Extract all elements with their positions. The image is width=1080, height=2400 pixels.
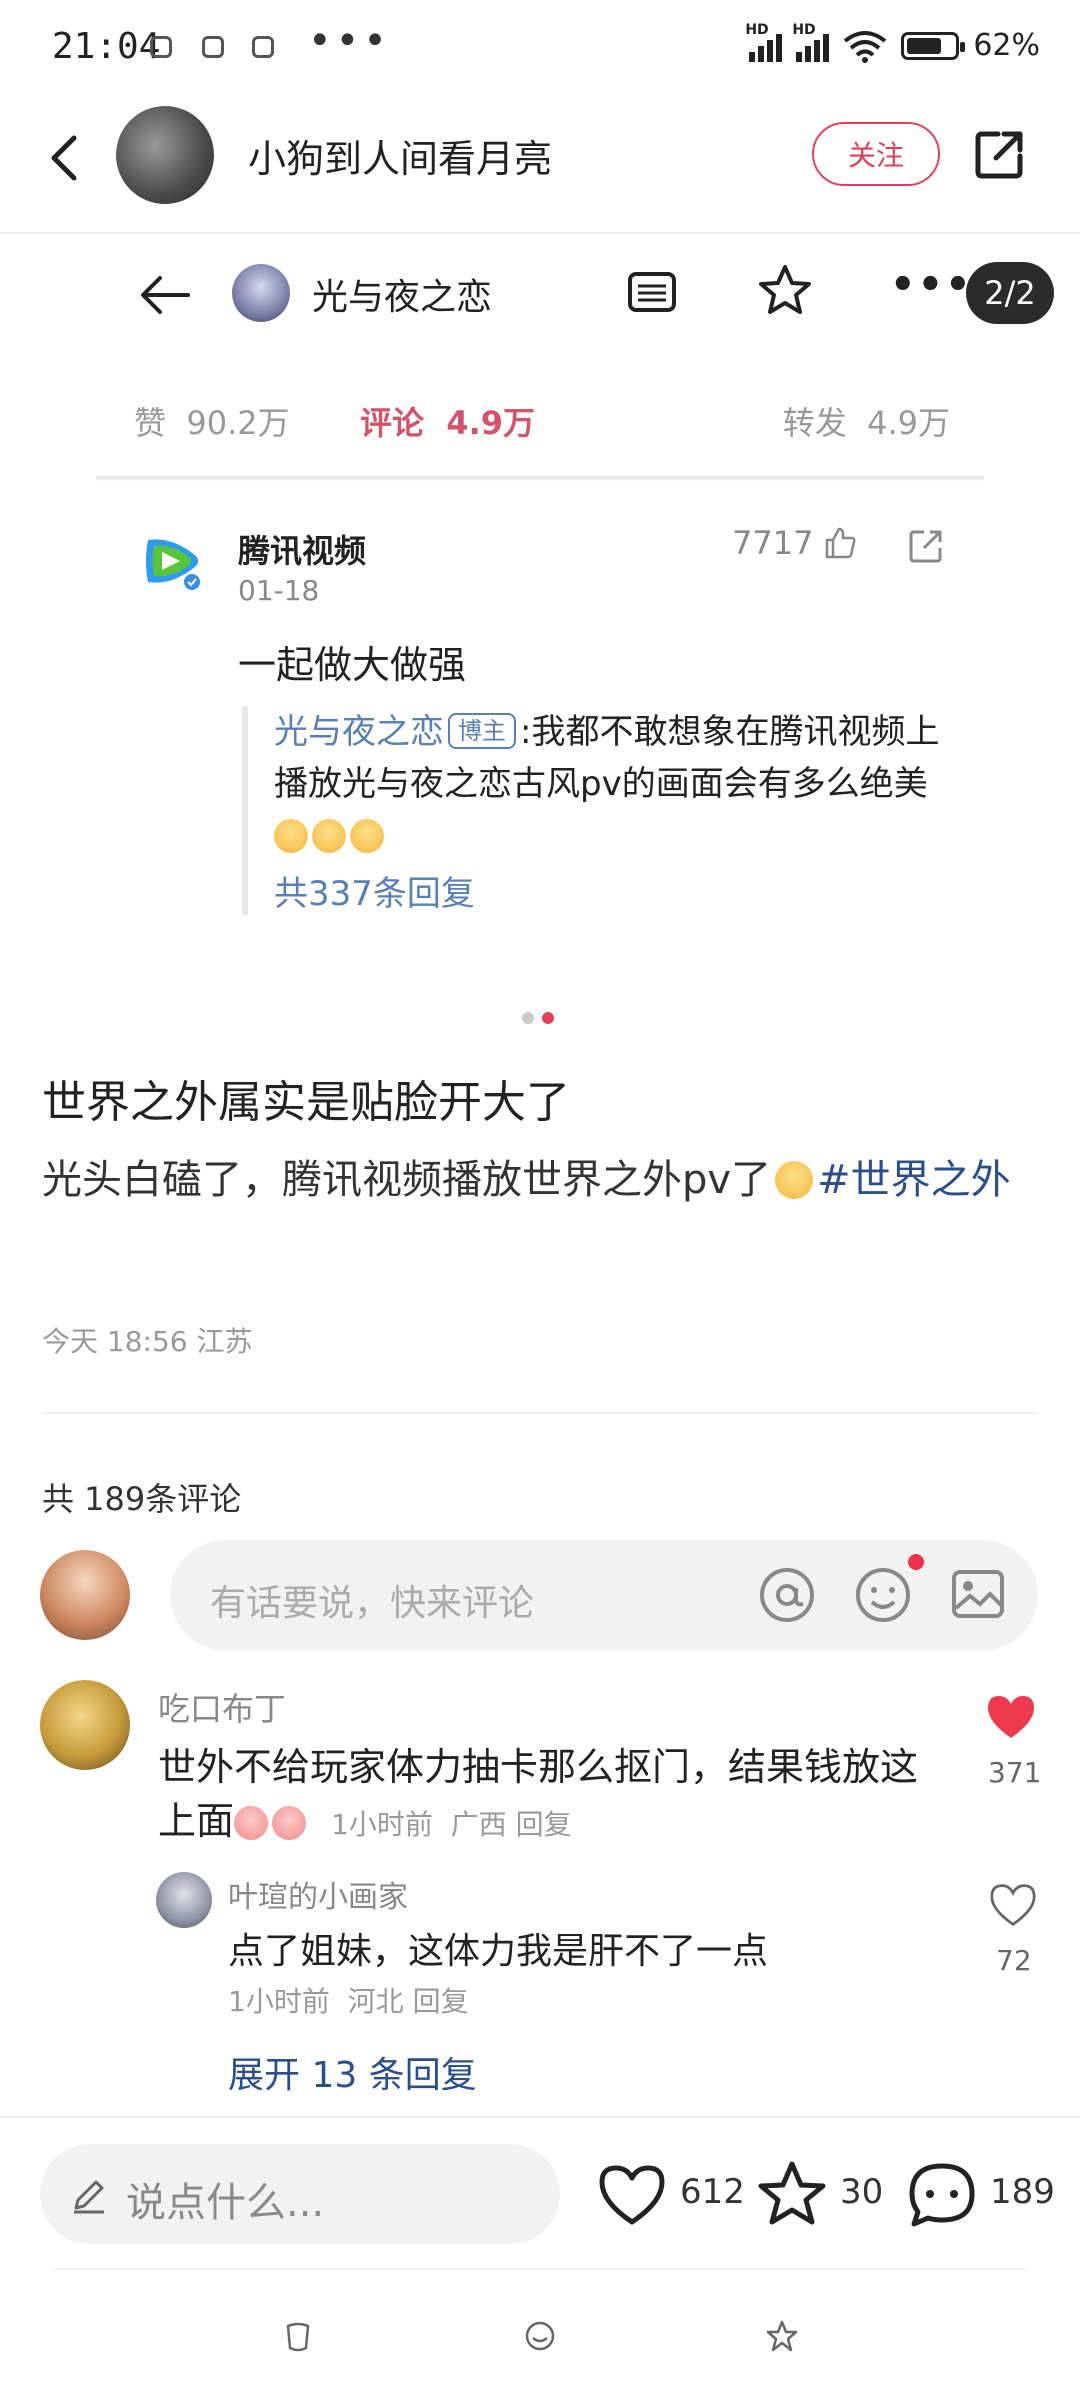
status-right: HD HD 62%: [745, 22, 1040, 64]
quote-author: 光与夜之恋: [274, 712, 444, 752]
share-icon[interactable]: [970, 124, 1030, 184]
commenter-name[interactable]: 吃口布丁: [158, 1684, 286, 1730]
crying-emoji-icon: [274, 819, 308, 853]
comment-input-placeholder[interactable]: 有话要说，快来评论: [210, 1574, 534, 1626]
emoji-icon[interactable]: [854, 1566, 912, 1624]
comment-likes: 7717: [732, 524, 857, 562]
nav-icon[interactable]: [764, 2318, 800, 2354]
pen-icon: [74, 2180, 104, 2214]
reply-button[interactable]: 回复: [413, 1985, 469, 2018]
notification-icon: [150, 36, 172, 58]
comment-author: 腾讯视频: [238, 532, 367, 570]
reply-body[interactable]: 点了姐妹，这体力我是肝不了一点: [228, 1922, 768, 1974]
wifi-icon: [844, 30, 887, 63]
back-icon: [141, 276, 190, 314]
post-meta: 今天 18:56 江苏: [42, 1325, 253, 1358]
divider: [42, 1412, 1038, 1414]
collect-count: 30: [840, 2172, 884, 2212]
comment-stat: 评论 4.9万: [360, 404, 535, 442]
page-indicator: 2/2: [966, 262, 1054, 324]
notification-icon: [252, 36, 274, 58]
embedded-title: 光与夜之恋: [312, 277, 493, 318]
thumb-icon: [826, 527, 856, 559]
author-name[interactable]: 小狗到人间看月亮: [248, 128, 552, 183]
comment-total: 189: [990, 2172, 1055, 2212]
comment-like-count: 371: [988, 1756, 1042, 1789]
author-avatar[interactable]: [116, 106, 214, 204]
carousel-dot: [522, 1012, 534, 1024]
notification-icon: [202, 36, 224, 58]
my-avatar: [40, 1550, 130, 1640]
replier-avatar[interactable]: [156, 1872, 212, 1928]
quote-body: 光与夜之恋 博主:我都不敢想象在腾讯视频上播放光与夜之恋古风pv的画面会有多么绝美: [274, 706, 942, 862]
at-icon[interactable]: [758, 1566, 816, 1624]
crying-emoji-icon: [312, 819, 346, 853]
back-icon[interactable]: [36, 128, 96, 188]
post-title: 世界之外属实是贴脸开大了: [42, 1077, 570, 1128]
post-body: 光头白磕了，腾讯视频播放世界之外pv了 #世界之外: [42, 1157, 1011, 1203]
divider: [96, 476, 984, 482]
heart-icon[interactable]: [984, 1692, 1038, 1742]
image-icon[interactable]: [950, 1566, 1006, 1622]
heart-icon[interactable]: [988, 1882, 1038, 1928]
tencent-video-logo: [146, 539, 202, 592]
reply-like-count: 72: [996, 1944, 1032, 1977]
emoji-icon: [234, 1806, 269, 1840]
quote-replies: 共337条回复: [274, 874, 475, 914]
battery-icon: [901, 31, 966, 60]
new-indicator: [908, 1554, 924, 1570]
author-badge: 博主: [448, 713, 516, 749]
reply-meta: 1小时前 河北 回复: [228, 1985, 469, 2018]
battery-level: 62%: [973, 28, 1040, 63]
emoji-icon: [272, 1806, 307, 1840]
status-time: 21:04: [52, 26, 161, 67]
signal-icon: HD: [792, 22, 830, 62]
divider: [54, 2268, 1026, 2270]
embedded-avatar: [232, 264, 290, 322]
nav-icon[interactable]: [280, 2318, 316, 2354]
more-icon: •••: [890, 262, 973, 308]
expand-replies-button[interactable]: 展开 13 条回复: [228, 2046, 477, 2098]
list-icon: [628, 272, 676, 312]
nav-icon[interactable]: [522, 2318, 558, 2354]
star-icon: [759, 265, 811, 314]
share-icon: [909, 530, 942, 563]
signal-icon: HD: [745, 22, 783, 62]
embedded-stats: 赞 90.2万 评论 4.9万 转发 4.9万: [134, 398, 950, 448]
divider: [0, 2116, 1080, 2118]
hashtag-link[interactable]: #世界之外: [817, 1157, 1011, 1203]
comment-body[interactable]: 世外不给玩家体力抽卡那么抠门，结果钱放这上面 1小时前 广西 回复: [158, 1740, 918, 1852]
repost-stat: 转发 4.9万: [782, 404, 950, 442]
follow-button[interactable]: 关注: [812, 122, 940, 186]
status-bar: 21:04 ••• HD HD 62%: [0, 0, 1080, 100]
comment-icon[interactable]: [906, 2160, 978, 2230]
comment-date: 01-18: [238, 574, 320, 607]
emoji-icon: [775, 1161, 814, 1199]
star-icon[interactable]: [756, 2158, 828, 2230]
comment-meta: 1小时前 广西 回复: [331, 1808, 572, 1841]
crying-emoji-icon: [350, 819, 384, 853]
replier-name[interactable]: 叶瑄的小画家: [228, 1872, 408, 1916]
like-stat: 赞 90.2万: [134, 404, 290, 442]
commenter-avatar[interactable]: [40, 1680, 130, 1770]
heart-icon[interactable]: [596, 2162, 668, 2228]
more-notifications-icon: •••: [308, 18, 391, 64]
comment-text: 一起做大做强: [238, 643, 467, 687]
comment-count: 共 189条评论: [42, 1480, 242, 1518]
quoted-reply: 光与夜之恋 博主:我都不敢想象在腾讯视频上播放光与夜之恋古风pv的画面会有多么绝美…: [242, 706, 942, 915]
carousel-dot-active: [542, 1012, 554, 1024]
like-count: 612: [680, 2172, 745, 2212]
reply-button[interactable]: 回复: [516, 1808, 572, 1841]
say-something-placeholder[interactable]: 说点什么...: [126, 2170, 324, 2228]
divider: [0, 232, 1080, 234]
carousel-dots: [522, 1012, 554, 1024]
